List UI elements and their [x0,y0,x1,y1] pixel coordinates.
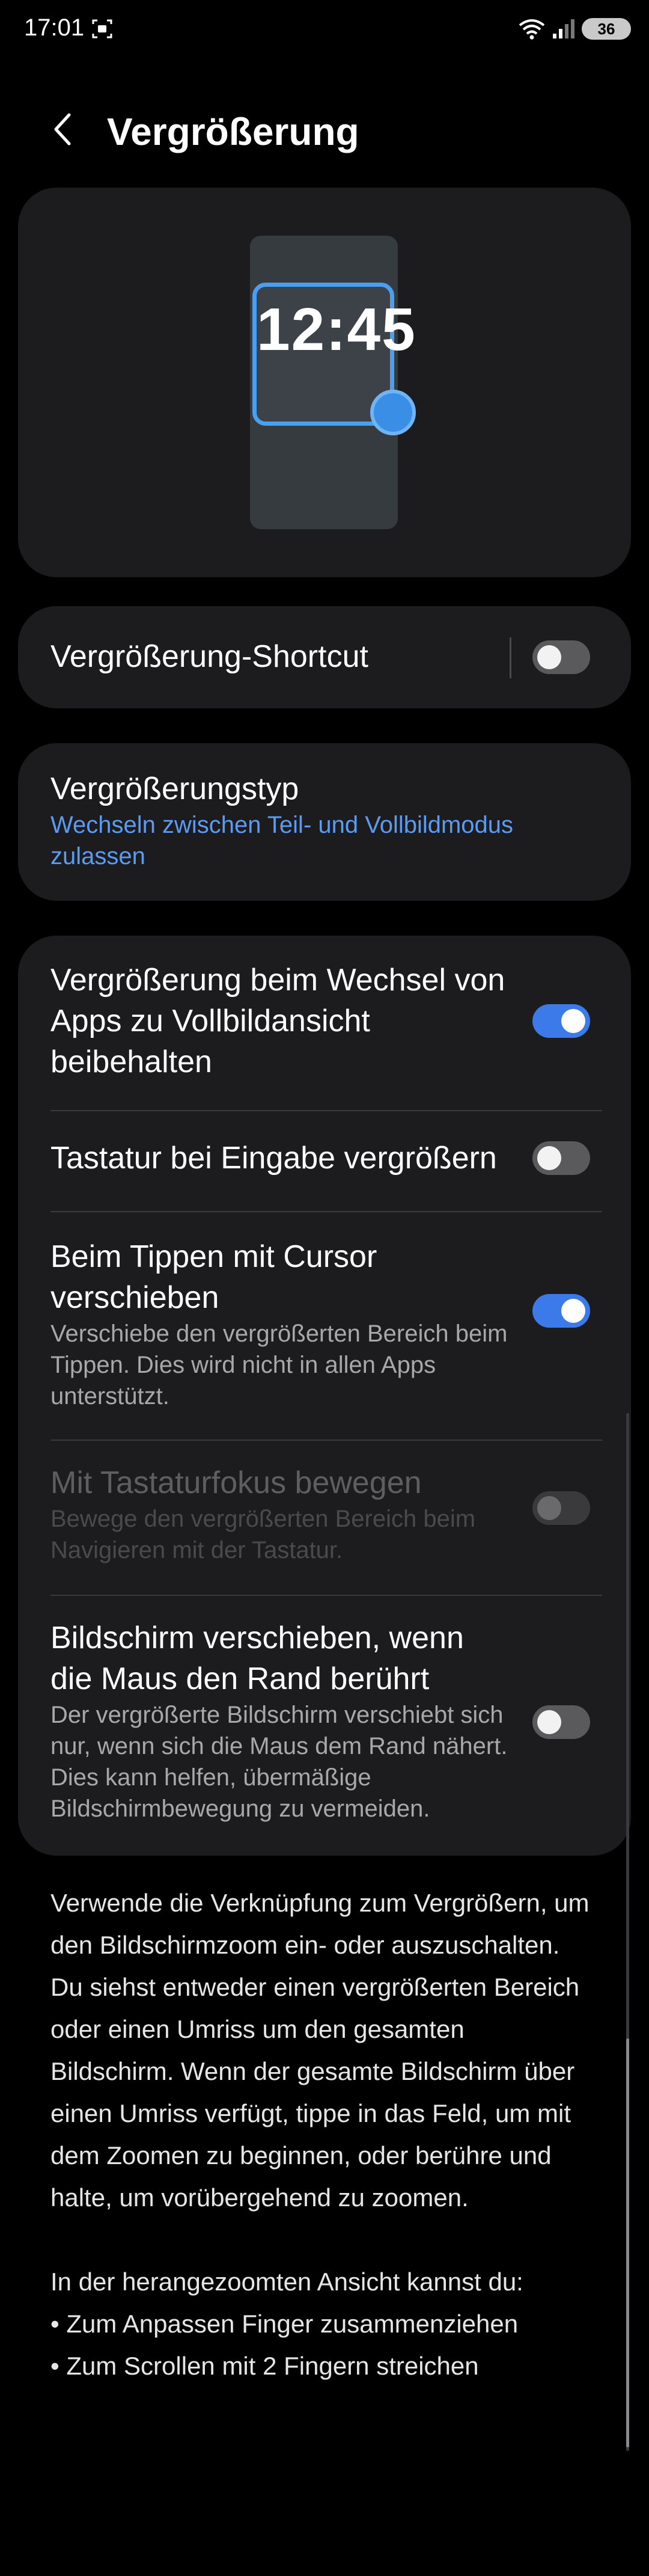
divider [50,1110,602,1111]
description-bullet: • Zum Scrollen mit 2 Fingern streichen [50,2352,479,2380]
keep-magnification-toggle[interactable] [532,1004,590,1038]
setting-title: Mit Tastaturfokus bewegen [50,1465,422,1500]
signal-icon [553,19,574,38]
screenshot-icon [92,19,112,38]
page-title: Vergrößerung [107,110,359,153]
magnification-preview: 12:45 [18,188,631,577]
setting-title: Tastatur bei Eingabe vergrößern [50,1141,497,1176]
wifi-icon [519,19,545,40]
setting-subtitle: Bewege den vergrößerten Bereich beim Nav… [50,1506,476,1563]
setting-subtitle: Der vergrößerte Bildschirm verschiebt si… [50,1702,508,1822]
header: Vergrößerung [0,90,649,168]
shortcut-toggle[interactable] [532,640,590,674]
magnification-type-title: Vergrößerungstyp [50,771,299,806]
shortcut-row[interactable]: Vergrößerung-Shortcut [18,606,631,708]
description-paragraph: In der herangezoomten Ansicht kannst du: [50,2268,523,2296]
magnification-type-row[interactable]: Vergrößerungstyp Wechseln zwischen Teil-… [18,743,631,901]
divider [50,1440,602,1441]
description-bullet: • Zum Anpassen Finger zusammenziehen [50,2310,519,2338]
setting-subtitle: Verschiebe den vergrößerten Bereich beim… [50,1320,508,1409]
description-text: Verwende die Verknüpfung zum Vergrößern,… [50,1882,591,2387]
keyboard-focus-toggle [532,1491,590,1525]
setting-title: Beim Tippen mit Cursor verschieben [50,1239,377,1315]
setting-keyboard-focus: Mit Tastaturfokus bewegen Bewege den ver… [18,1462,631,1595]
magnification-type-subtitle: Wechseln zwischen Teil- und Vollbildmodu… [50,812,514,869]
status-bar: 17:01 36 [0,0,649,60]
setting-title: Bildschirm verschieben, wenn die Maus de… [50,1621,464,1696]
magnify-keyboard-toggle[interactable] [532,1141,590,1175]
phone-illustration: 12:45 [250,236,416,529]
battery-level: 36 [597,19,615,38]
description-paragraph: Verwende die Verknüpfung zum Vergrößern,… [50,1889,590,2212]
setting-keep-magnification[interactable]: Vergrößerung beim Wechsel von Apps zu Vo… [18,960,631,1098]
mouse-edge-toggle[interactable] [532,1705,590,1739]
setting-magnify-keyboard[interactable]: Tastatur bei Eingabe vergrößern [18,1138,631,1210]
back-button[interactable] [42,108,84,150]
vertical-divider [510,637,511,678]
chevron-left-icon [54,113,71,146]
preview-time: 12:45 [257,296,416,363]
magnifier-handle [370,390,416,435]
divider [50,1211,602,1212]
setting-mouse-edge[interactable]: Bildschirm verschieben, wenn die Maus de… [18,1618,631,1840]
battery-icon: 36 [582,18,631,40]
shortcut-label: Vergrößerung-Shortcut [50,639,368,674]
status-icons: 36 [518,17,631,41]
divider [50,1595,602,1596]
scrollbar-thumb[interactable] [626,2038,629,2447]
status-time: 17:01 [24,14,85,41]
setting-follow-cursor[interactable]: Beim Tippen mit Cursor verschieben Versc… [18,1236,631,1435]
settings-list: Vergrößerung beim Wechsel von Apps zu Vo… [18,936,631,1856]
setting-title: Vergrößerung beim Wechsel von Apps zu Vo… [50,963,505,1079]
follow-cursor-toggle[interactable] [532,1294,590,1328]
